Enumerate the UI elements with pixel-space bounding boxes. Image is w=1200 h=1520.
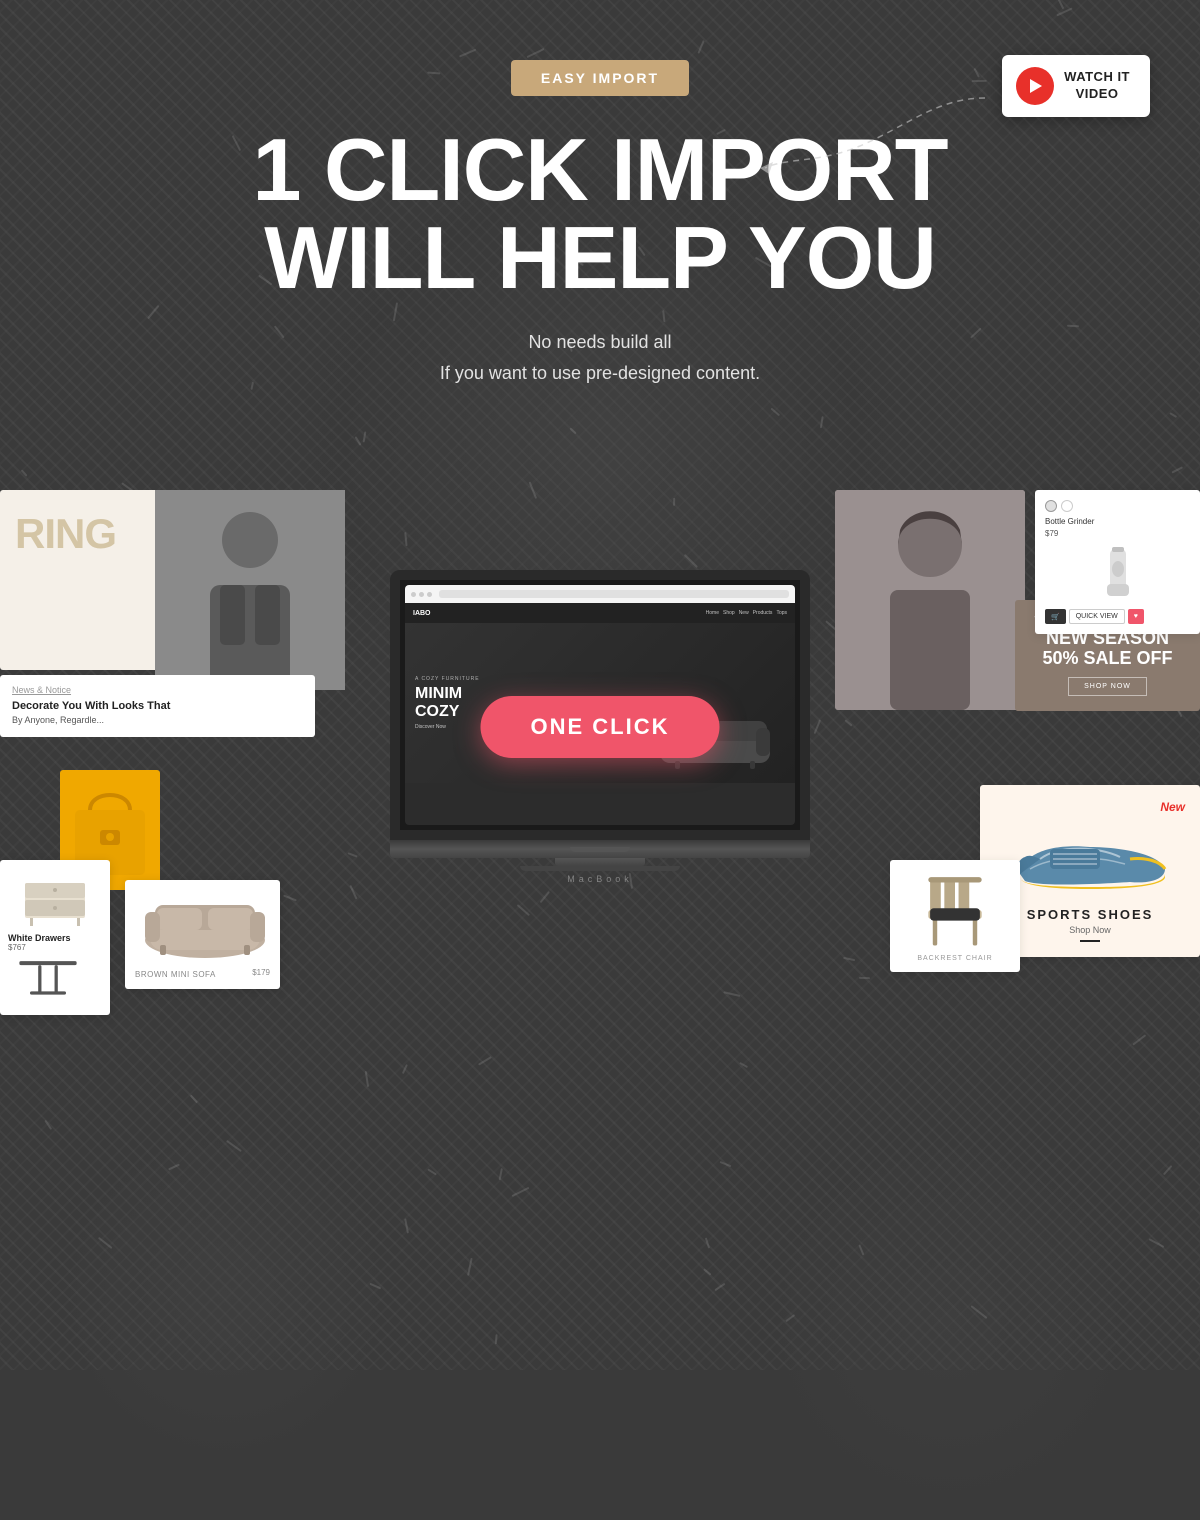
panel-person-photo bbox=[155, 490, 345, 690]
site-nav: Home Shop New Products Tops bbox=[706, 610, 787, 616]
sofa-price: $179 bbox=[252, 968, 270, 977]
radio-option-2[interactable] bbox=[1061, 500, 1073, 512]
news-tag: News & Notice bbox=[12, 685, 303, 695]
scatter-dash-28 bbox=[770, 408, 779, 416]
nav-new: New bbox=[739, 610, 749, 616]
headline-line1: 1 CLICK IMPORT bbox=[253, 126, 948, 214]
nav-tops: Tops bbox=[776, 610, 787, 616]
drawers-illustration bbox=[15, 868, 95, 928]
sale-title: NEW SEASON 50% SALE OFF bbox=[1030, 629, 1185, 669]
laptop-notch bbox=[570, 847, 630, 852]
wishlist-button[interactable]: ♥ bbox=[1128, 609, 1144, 624]
nav-shop: Shop bbox=[723, 610, 735, 616]
grinder-price: $79 bbox=[1045, 529, 1190, 538]
sneaker-svg bbox=[1010, 819, 1170, 899]
site-logo: IABO bbox=[413, 610, 431, 617]
panel-news: News & Notice Decorate You With Looks Th… bbox=[0, 675, 315, 737]
scatter-dash-109 bbox=[1171, 466, 1183, 473]
shoes-image-area bbox=[995, 819, 1185, 899]
drawers-name: White Drawers bbox=[8, 933, 102, 943]
browser-dot-1 bbox=[411, 592, 416, 597]
grinder-svg bbox=[1088, 544, 1148, 604]
product-radio-group bbox=[1045, 500, 1073, 512]
add-to-cart-button[interactable]: 🛒 bbox=[1045, 609, 1066, 624]
small-table-illustration bbox=[8, 957, 88, 1002]
main-headline: 1 CLICK IMPORT WILL HELP YOU bbox=[253, 126, 948, 302]
news-title: Decorate You With Looks That bbox=[12, 699, 303, 713]
news-sub: By Anyone, Regardle... bbox=[12, 715, 303, 727]
laptop-base bbox=[390, 840, 810, 858]
site-hero-text: A COZY FURNITURE MINIMCOZY Discover Now bbox=[415, 676, 480, 730]
screenshots-area: RING bbox=[0, 490, 1200, 1370]
scatter-dash-110 bbox=[21, 469, 28, 476]
laptop-brand-label: MacBook bbox=[390, 874, 810, 884]
panel-product-grinder: Bottle Grinder $79 🛒 QUICK VIEW ♥ bbox=[1035, 490, 1200, 634]
shoes-title: SPORTS SHOES bbox=[995, 907, 1185, 922]
scatter-dash-17 bbox=[355, 436, 362, 446]
laptop-foot bbox=[520, 866, 680, 871]
grinder-image bbox=[1045, 544, 1190, 604]
panel-chair: BACKREST CHAIR bbox=[890, 860, 1020, 972]
scatter-dash-46 bbox=[820, 416, 824, 428]
chair-image bbox=[900, 870, 1010, 950]
chair-name: BACKREST CHAIR bbox=[900, 955, 1010, 962]
play-icon bbox=[1016, 67, 1054, 105]
spring-text: RING bbox=[15, 510, 116, 558]
browser-dot-2 bbox=[419, 592, 424, 597]
laptop-stand bbox=[555, 858, 645, 866]
subtext-line2: If you want to use pre-designed content. bbox=[440, 358, 760, 389]
drawers-price: $767 bbox=[8, 943, 102, 952]
one-click-button[interactable]: ONE CLICK bbox=[481, 696, 720, 758]
nav-products: Products bbox=[753, 610, 773, 616]
woman-silhouette bbox=[835, 490, 1025, 710]
panel-woman-photo bbox=[835, 490, 1025, 710]
hero-sub: Discover Now bbox=[415, 724, 480, 730]
woman-photo-bg bbox=[835, 490, 1025, 710]
hero-h1: MINIMCOZY bbox=[415, 685, 480, 720]
play-triangle bbox=[1030, 79, 1042, 93]
shoes-divider bbox=[1080, 940, 1100, 942]
person-silhouette bbox=[155, 490, 345, 690]
quick-view-button[interactable]: QUICK VIEW bbox=[1069, 609, 1125, 624]
product-card-sofa: BROWN MINI SOFA $179 bbox=[125, 880, 280, 989]
product-card-drawers: White Drawers $767 bbox=[0, 860, 110, 1015]
browser-url-bar bbox=[439, 590, 789, 598]
person-photo-bg bbox=[155, 490, 345, 690]
product-action-row: 🛒 QUICK VIEW ♥ bbox=[1045, 609, 1190, 624]
watch-text: WATCH IT VIDEO bbox=[1064, 69, 1130, 103]
sofa-illustration bbox=[135, 890, 275, 960]
grinder-name: Bottle Grinder bbox=[1045, 517, 1190, 526]
chair-svg bbox=[915, 870, 995, 950]
subtext-line1: No needs build all bbox=[440, 327, 760, 358]
scatter-dash-65 bbox=[1169, 412, 1177, 418]
scatter-dash-69 bbox=[569, 428, 576, 435]
product-option-row bbox=[1045, 500, 1190, 512]
hero-tag: A COZY FURNITURE bbox=[415, 676, 480, 682]
sale-shop-button[interactable]: SHOP NOW bbox=[1068, 677, 1147, 696]
radio-option-1[interactable] bbox=[1045, 500, 1057, 512]
browser-dot-3 bbox=[427, 592, 432, 597]
headline-line2: WILL HELP YOU bbox=[253, 214, 948, 302]
shoes-shop-now: Shop Now bbox=[995, 925, 1185, 935]
shoes-new-label: New bbox=[995, 800, 1185, 814]
sofa-name: BROWN MINI SOFA bbox=[135, 970, 216, 979]
site-header: IABO Home Shop New Products Tops bbox=[405, 603, 795, 623]
sub-text: No needs build all If you want to use pr… bbox=[440, 327, 760, 388]
browser-bar bbox=[405, 585, 795, 603]
nav-home: Home bbox=[706, 610, 719, 616]
easy-import-badge[interactable]: EASY IMPORT bbox=[511, 60, 689, 96]
laptop-mockup: IABO Home Shop New Products Tops A COZY … bbox=[390, 570, 810, 884]
scatter-dash-57 bbox=[363, 431, 367, 442]
watch-video-button[interactable]: WATCH IT VIDEO bbox=[1002, 55, 1150, 117]
